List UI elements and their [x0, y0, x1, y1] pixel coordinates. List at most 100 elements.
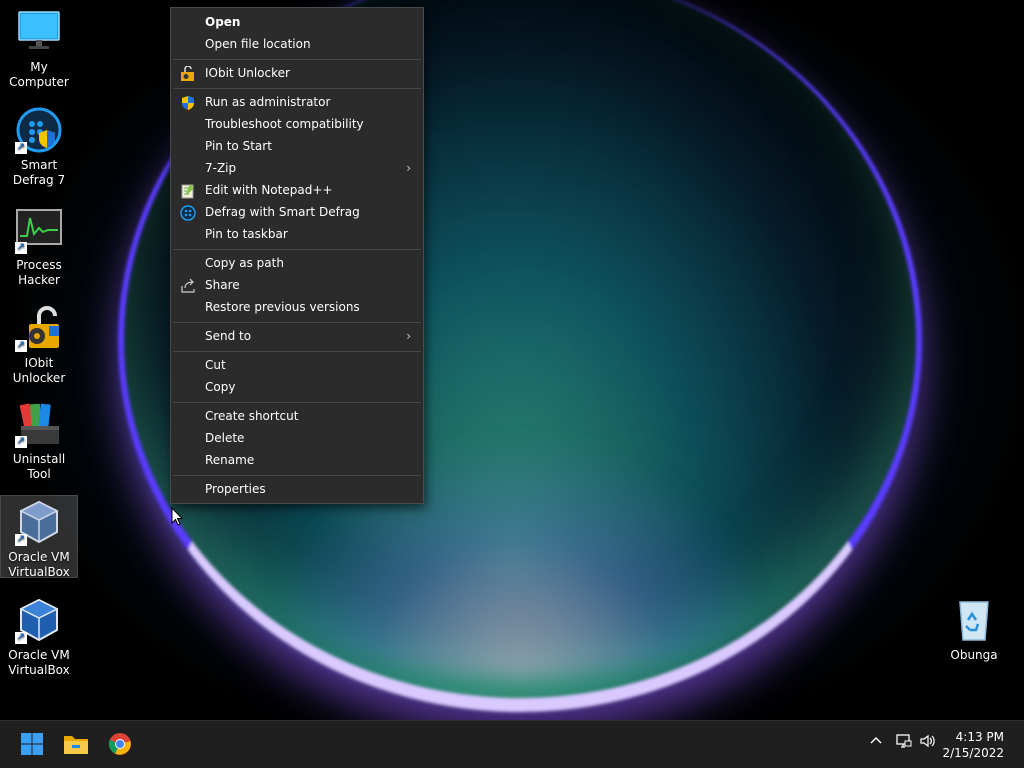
- menu-item-label: Restore previous versions: [205, 300, 360, 314]
- smart-defrag-icon: ↗: [15, 106, 63, 154]
- chrome-icon: [108, 732, 132, 759]
- menu-item-copy[interactable]: Copy: [171, 377, 423, 399]
- menu-item-label: Create shortcut: [205, 409, 299, 423]
- uninstall-tool-icon: ↗: [15, 400, 63, 448]
- desktop-icon-iobit-unlocker[interactable]: ↗ IObit Unlocker: [0, 304, 78, 386]
- menu-item-edit-with-notepad[interactable]: Edit with Notepad++: [171, 180, 423, 202]
- chrome-button[interactable]: [104, 729, 136, 761]
- menu-item-delete[interactable]: Delete: [171, 428, 423, 450]
- menu-item-pin-to-taskbar[interactable]: Pin to taskbar: [171, 224, 423, 246]
- folder-icon: [63, 732, 89, 759]
- menu-item-open-file-location[interactable]: Open file location: [171, 34, 423, 56]
- menu-item-pin-to-start[interactable]: Pin to Start: [171, 136, 423, 158]
- menu-item-label: Edit with Notepad++: [205, 183, 333, 197]
- uac-shield-icon: [180, 95, 196, 111]
- menu-item-label: Pin to Start: [205, 139, 272, 153]
- desktop-icon-label: Uninstall Tool: [12, 452, 66, 481]
- menu-item-label: Troubleshoot compatibility: [205, 117, 364, 131]
- start-button[interactable]: [16, 729, 48, 761]
- menu-item-label: Copy as path: [205, 256, 284, 270]
- menu-item-label: Share: [205, 278, 240, 292]
- shortcut-arrow-icon: ↗: [15, 436, 27, 448]
- menu-item-label: Open file location: [205, 37, 311, 51]
- menu-item-label: Open: [205, 15, 241, 29]
- desktop-icon-smart-defrag[interactable]: ↗ Smart Defrag 7: [0, 106, 78, 188]
- windows-start-icon: [20, 732, 44, 759]
- desktop-wallpaper: [0, 0, 1024, 768]
- menu-separator: [173, 475, 421, 476]
- volume-icon: [920, 734, 935, 748]
- desktop-icon-virtualbox[interactable]: ↗ Oracle VM VirtualBox: [0, 596, 78, 678]
- network-button[interactable]: [893, 733, 913, 755]
- menu-item-label: Cut: [205, 358, 226, 372]
- menu-separator: [173, 322, 421, 323]
- taskbar: 4:13 PM 2/15/2022: [0, 720, 1024, 768]
- desktop-icon-recycle-bin[interactable]: Obunga: [935, 596, 1013, 663]
- menu-item-share[interactable]: Share: [171, 275, 423, 297]
- menu-item-rename[interactable]: Rename: [171, 450, 423, 472]
- desktop-icon-label: Obunga: [950, 648, 998, 662]
- menu-separator: [173, 402, 421, 403]
- shortcut-arrow-icon: ↗: [15, 142, 27, 154]
- clock[interactable]: 4:13 PM 2/15/2022: [942, 729, 1004, 761]
- menu-item-create-shortcut[interactable]: Create shortcut: [171, 406, 423, 428]
- shortcut-arrow-icon: ↗: [15, 340, 27, 352]
- iobit-unlocker-icon: [180, 65, 196, 82]
- recycle-bin-icon: [950, 596, 998, 644]
- menu-separator: [173, 59, 421, 60]
- menu-item-send-to[interactable]: Send to ›: [171, 326, 423, 348]
- show-hidden-icons-button[interactable]: [866, 733, 886, 755]
- menu-item-label: IObit Unlocker: [205, 66, 290, 80]
- chevron-up-icon: [870, 737, 882, 744]
- menu-item-label: Properties: [205, 482, 266, 496]
- monitor-icon: [15, 8, 63, 56]
- desktop-icon-uninstall-tool[interactable]: ↗ Uninstall Tool: [0, 400, 78, 482]
- desktop-icon-label: Smart Defrag 7: [12, 158, 66, 187]
- desktop-icon-process-hacker[interactable]: ↗ Process Hacker: [0, 206, 78, 288]
- volume-button[interactable]: [918, 733, 938, 755]
- menu-item-7zip[interactable]: 7-Zip ›: [171, 158, 423, 180]
- menu-item-label: Pin to taskbar: [205, 227, 288, 241]
- clock-date: 2/15/2022: [942, 746, 1004, 760]
- desktop-icon-label: Oracle VM VirtualBox: [8, 648, 70, 677]
- shortcut-arrow-icon: ↗: [15, 632, 27, 644]
- unlocker-icon: ↗: [15, 304, 63, 352]
- menu-item-restore-previous-versions[interactable]: Restore previous versions: [171, 297, 423, 319]
- desktop-icon-my-computer[interactable]: My Computer: [0, 8, 78, 90]
- menu-item-cut[interactable]: Cut: [171, 355, 423, 377]
- menu-item-copy-as-path[interactable]: Copy as path: [171, 253, 423, 275]
- menu-item-iobit-unlocker[interactable]: IObit Unlocker: [171, 63, 423, 85]
- menu-item-troubleshoot-compatibility[interactable]: Troubleshoot compatibility: [171, 114, 423, 136]
- menu-item-label: 7-Zip: [205, 161, 237, 175]
- menu-item-label: Send to: [205, 329, 252, 343]
- menu-item-label: Run as administrator: [205, 95, 331, 109]
- menu-item-label: Defrag with Smart Defrag: [205, 205, 360, 219]
- menu-separator: [173, 351, 421, 352]
- desktop-icon-label: Oracle VM VirtualBox: [8, 550, 70, 579]
- virtualbox-icon: ↗: [15, 596, 63, 644]
- process-hacker-icon: ↗: [15, 206, 63, 254]
- virtualbox-icon: ↗: [15, 498, 63, 546]
- share-icon: [180, 278, 196, 294]
- desktop-icon-label: My Computer: [9, 60, 69, 89]
- chevron-right-icon: ›: [406, 329, 411, 343]
- desktop-icon-label: Process Hacker: [16, 258, 62, 287]
- menu-item-properties[interactable]: Properties: [171, 479, 423, 501]
- clock-time: 4:13 PM: [955, 730, 1004, 744]
- menu-item-label: Delete: [205, 431, 245, 445]
- menu-item-defrag-with-smart-defrag[interactable]: Defrag with Smart Defrag: [171, 202, 423, 224]
- menu-item-label: Copy: [205, 380, 236, 394]
- menu-item-label: Rename: [205, 453, 255, 467]
- file-explorer-button[interactable]: [60, 729, 92, 761]
- menu-separator: [173, 88, 421, 89]
- desktop-icon-virtualbox-selected[interactable]: ↗ Oracle VM VirtualBox: [0, 495, 78, 579]
- chevron-right-icon: ›: [406, 161, 411, 175]
- menu-item-run-as-administrator[interactable]: Run as administrator: [171, 92, 423, 114]
- mouse-cursor-icon: [171, 506, 184, 530]
- menu-separator: [173, 249, 421, 250]
- network-icon: [896, 734, 912, 748]
- context-menu: Open Open file location IObit Unlocker R…: [170, 7, 424, 504]
- menu-item-open[interactable]: Open: [171, 12, 423, 34]
- shortcut-arrow-icon: ↗: [15, 242, 27, 254]
- shortcut-arrow-icon: ↗: [15, 534, 27, 546]
